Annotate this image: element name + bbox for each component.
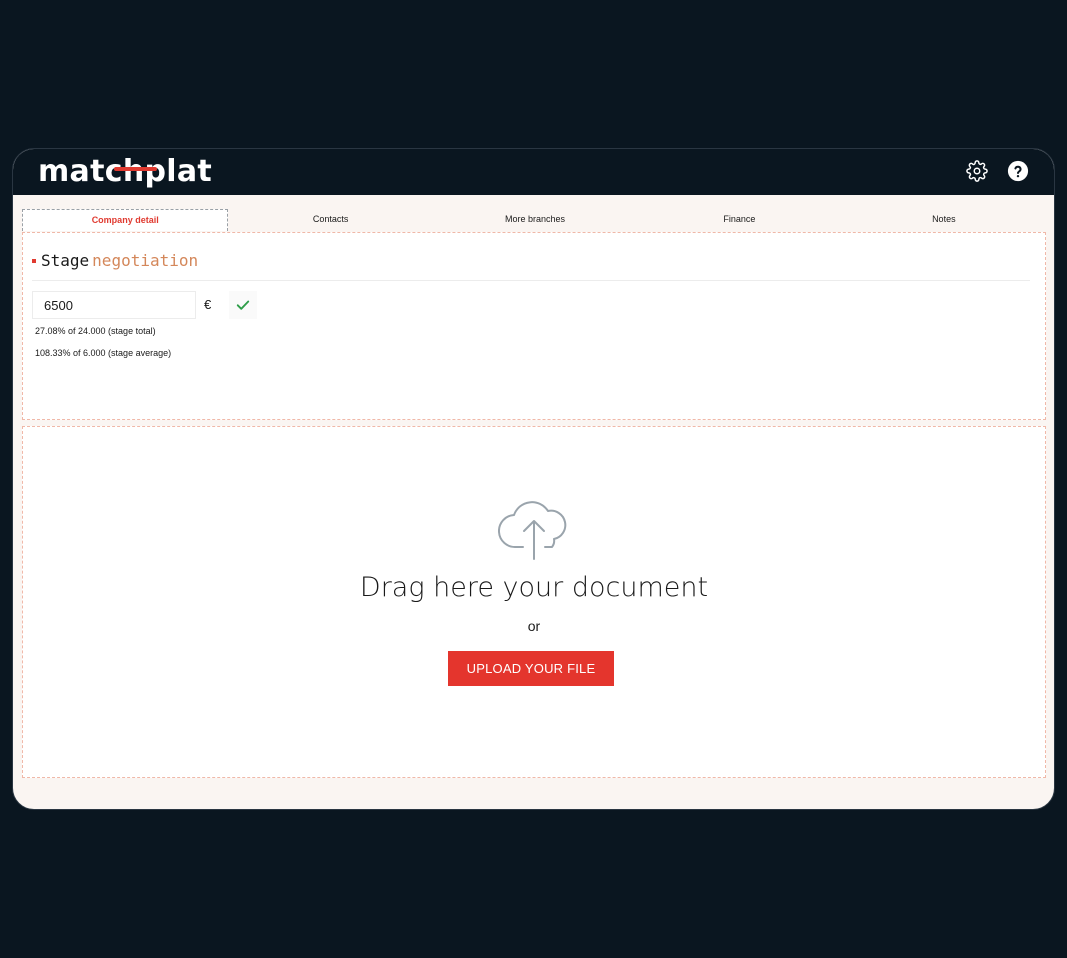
tab-company-detail[interactable]: Company detail bbox=[22, 209, 229, 231]
currency-symbol: € bbox=[204, 297, 212, 312]
logo-accent-bar bbox=[114, 167, 157, 171]
tab-contacts[interactable]: Contacts bbox=[228, 209, 432, 231]
tab-notes[interactable]: Notes bbox=[842, 209, 1046, 231]
drop-zone[interactable]: Drag here your document or UPLOAD YOUR F… bbox=[23, 427, 1045, 777]
amount-input[interactable] bbox=[32, 291, 196, 319]
check-icon bbox=[236, 300, 250, 310]
confirm-button[interactable] bbox=[229, 291, 257, 319]
tab-bar: Company detail Contacts More branches Fi… bbox=[22, 209, 1046, 231]
stage-label: Stage bbox=[41, 251, 90, 270]
gear-icon[interactable] bbox=[966, 160, 988, 182]
divider bbox=[32, 280, 1030, 281]
drag-title: Drag here your document bbox=[359, 572, 709, 603]
help-icon[interactable] bbox=[1007, 160, 1029, 182]
tab-more-branches[interactable]: More branches bbox=[433, 209, 637, 231]
stage-value: negotiation bbox=[92, 251, 199, 270]
stage-panel: Stage negotiation € 27.08% of 24.000 (st… bbox=[22, 232, 1046, 420]
or-text: or bbox=[527, 618, 541, 634]
stage-average-stat: 108.33% of 6.000 (stage average) bbox=[35, 348, 172, 358]
cloud-upload-icon bbox=[498, 501, 567, 560]
upload-panel: Drag here your document or UPLOAD YOUR F… bbox=[22, 426, 1046, 778]
stage-heading: Stage negotiation bbox=[32, 251, 198, 270]
app-window: matchplat Company detail Contacts More b… bbox=[12, 148, 1055, 810]
logo[interactable]: matchplat bbox=[38, 153, 212, 189]
stage-bullet bbox=[32, 258, 36, 263]
top-bar: matchplat bbox=[13, 149, 1054, 195]
upload-file-button[interactable]: UPLOAD YOUR FILE bbox=[448, 651, 614, 686]
stage-total-stat: 27.08% of 24.000 (stage total) bbox=[35, 326, 156, 336]
tab-finance[interactable]: Finance bbox=[637, 209, 841, 231]
